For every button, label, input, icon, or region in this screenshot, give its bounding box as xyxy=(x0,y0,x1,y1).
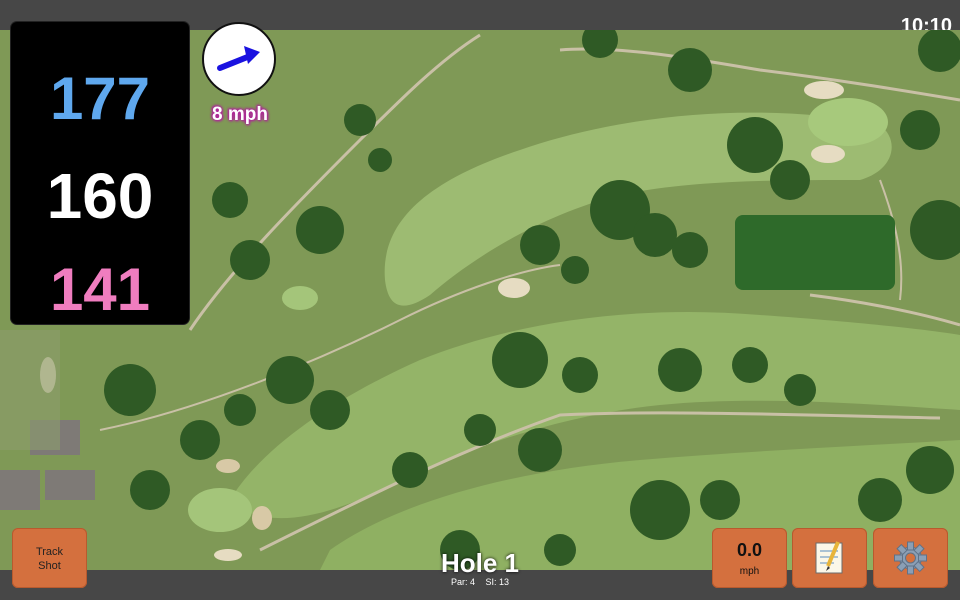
middle-distance: 160 xyxy=(46,160,154,232)
hole-si: SI: 13 xyxy=(485,577,510,587)
hole-par: Par: 4 xyxy=(450,577,475,587)
hole-title: Hole 1 xyxy=(440,548,520,578)
front-distance: 141 xyxy=(49,256,151,323)
speed-value: 0.0 xyxy=(736,540,763,560)
distance-panel: 177 160 141 xyxy=(11,22,189,324)
wind-indicator xyxy=(202,22,276,96)
notes-button[interactable] xyxy=(792,528,867,588)
wind-speed: 8 mph xyxy=(212,104,268,125)
speed-button[interactable]: 0.0 mph xyxy=(712,528,787,588)
settings-button[interactable] xyxy=(873,528,948,588)
track-shot-label: Track Shot xyxy=(35,546,64,572)
speed-unit: mph xyxy=(739,566,760,577)
hole-info: Par: 4 SI: 13 xyxy=(380,577,580,587)
gear-icon xyxy=(894,541,927,575)
track-shot-button[interactable]: Track Shot xyxy=(12,528,87,588)
arrow-right-up-icon xyxy=(217,46,260,71)
back-distance: 177 xyxy=(49,65,151,132)
notepad-icon xyxy=(815,541,843,574)
